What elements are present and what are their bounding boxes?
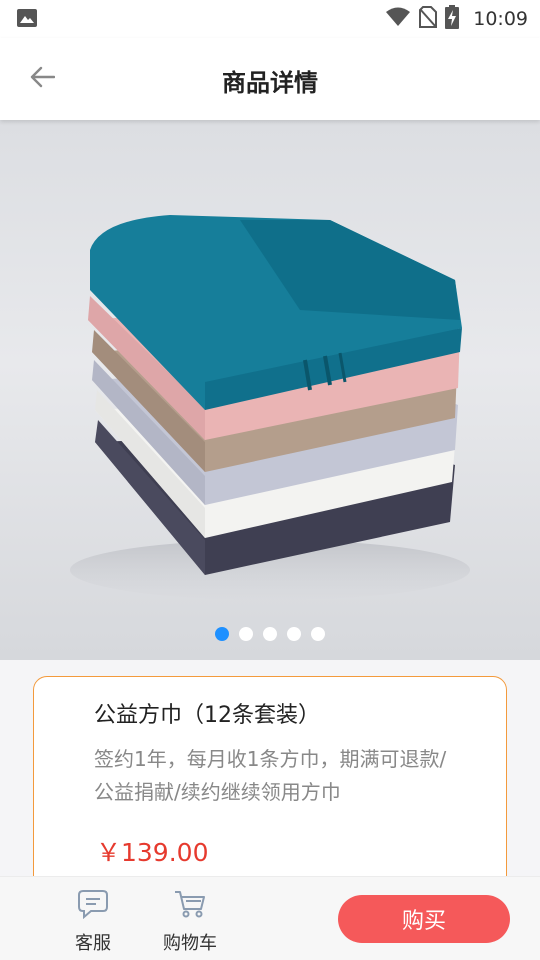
product-image: [70, 215, 470, 600]
image-icon: [17, 9, 37, 27]
carousel-indicator: [0, 627, 540, 641]
status-bar: 10:09: [0, 0, 540, 38]
page-title: 商品详情: [222, 69, 318, 97]
carousel-dot[interactable]: [311, 627, 325, 641]
wifi-icon: [385, 7, 411, 31]
customer-service-label: 客服: [75, 933, 111, 954]
status-time: 10:09: [473, 8, 528, 30]
bottom-action-bar: 客服 购物车 购买: [0, 876, 540, 960]
no-sim-icon: [419, 6, 438, 32]
app-bar: 商品详情: [0, 38, 540, 120]
product-price: ￥139.00: [96, 838, 209, 867]
carousel-dot[interactable]: [239, 627, 253, 641]
cart-label: 购物车: [163, 933, 217, 954]
customer-service-button[interactable]: 客服: [68, 889, 118, 955]
cart-icon: [174, 889, 206, 923]
product-description: 签约1年，每月收1条方巾，期满可退款/公益捐献/续约继续领用方巾: [94, 747, 447, 804]
carousel-dot[interactable]: [287, 627, 301, 641]
product-name: 公益方巾（12条套装）: [94, 703, 320, 728]
buy-button[interactable]: 购买: [338, 895, 510, 943]
product-image-carousel[interactable]: [0, 120, 540, 660]
chat-bubble-icon: [77, 889, 109, 923]
carousel-dot[interactable]: [263, 627, 277, 641]
cart-button[interactable]: 购物车: [156, 889, 224, 955]
carousel-dot[interactable]: [215, 627, 229, 641]
battery-charging-icon: [445, 5, 460, 33]
